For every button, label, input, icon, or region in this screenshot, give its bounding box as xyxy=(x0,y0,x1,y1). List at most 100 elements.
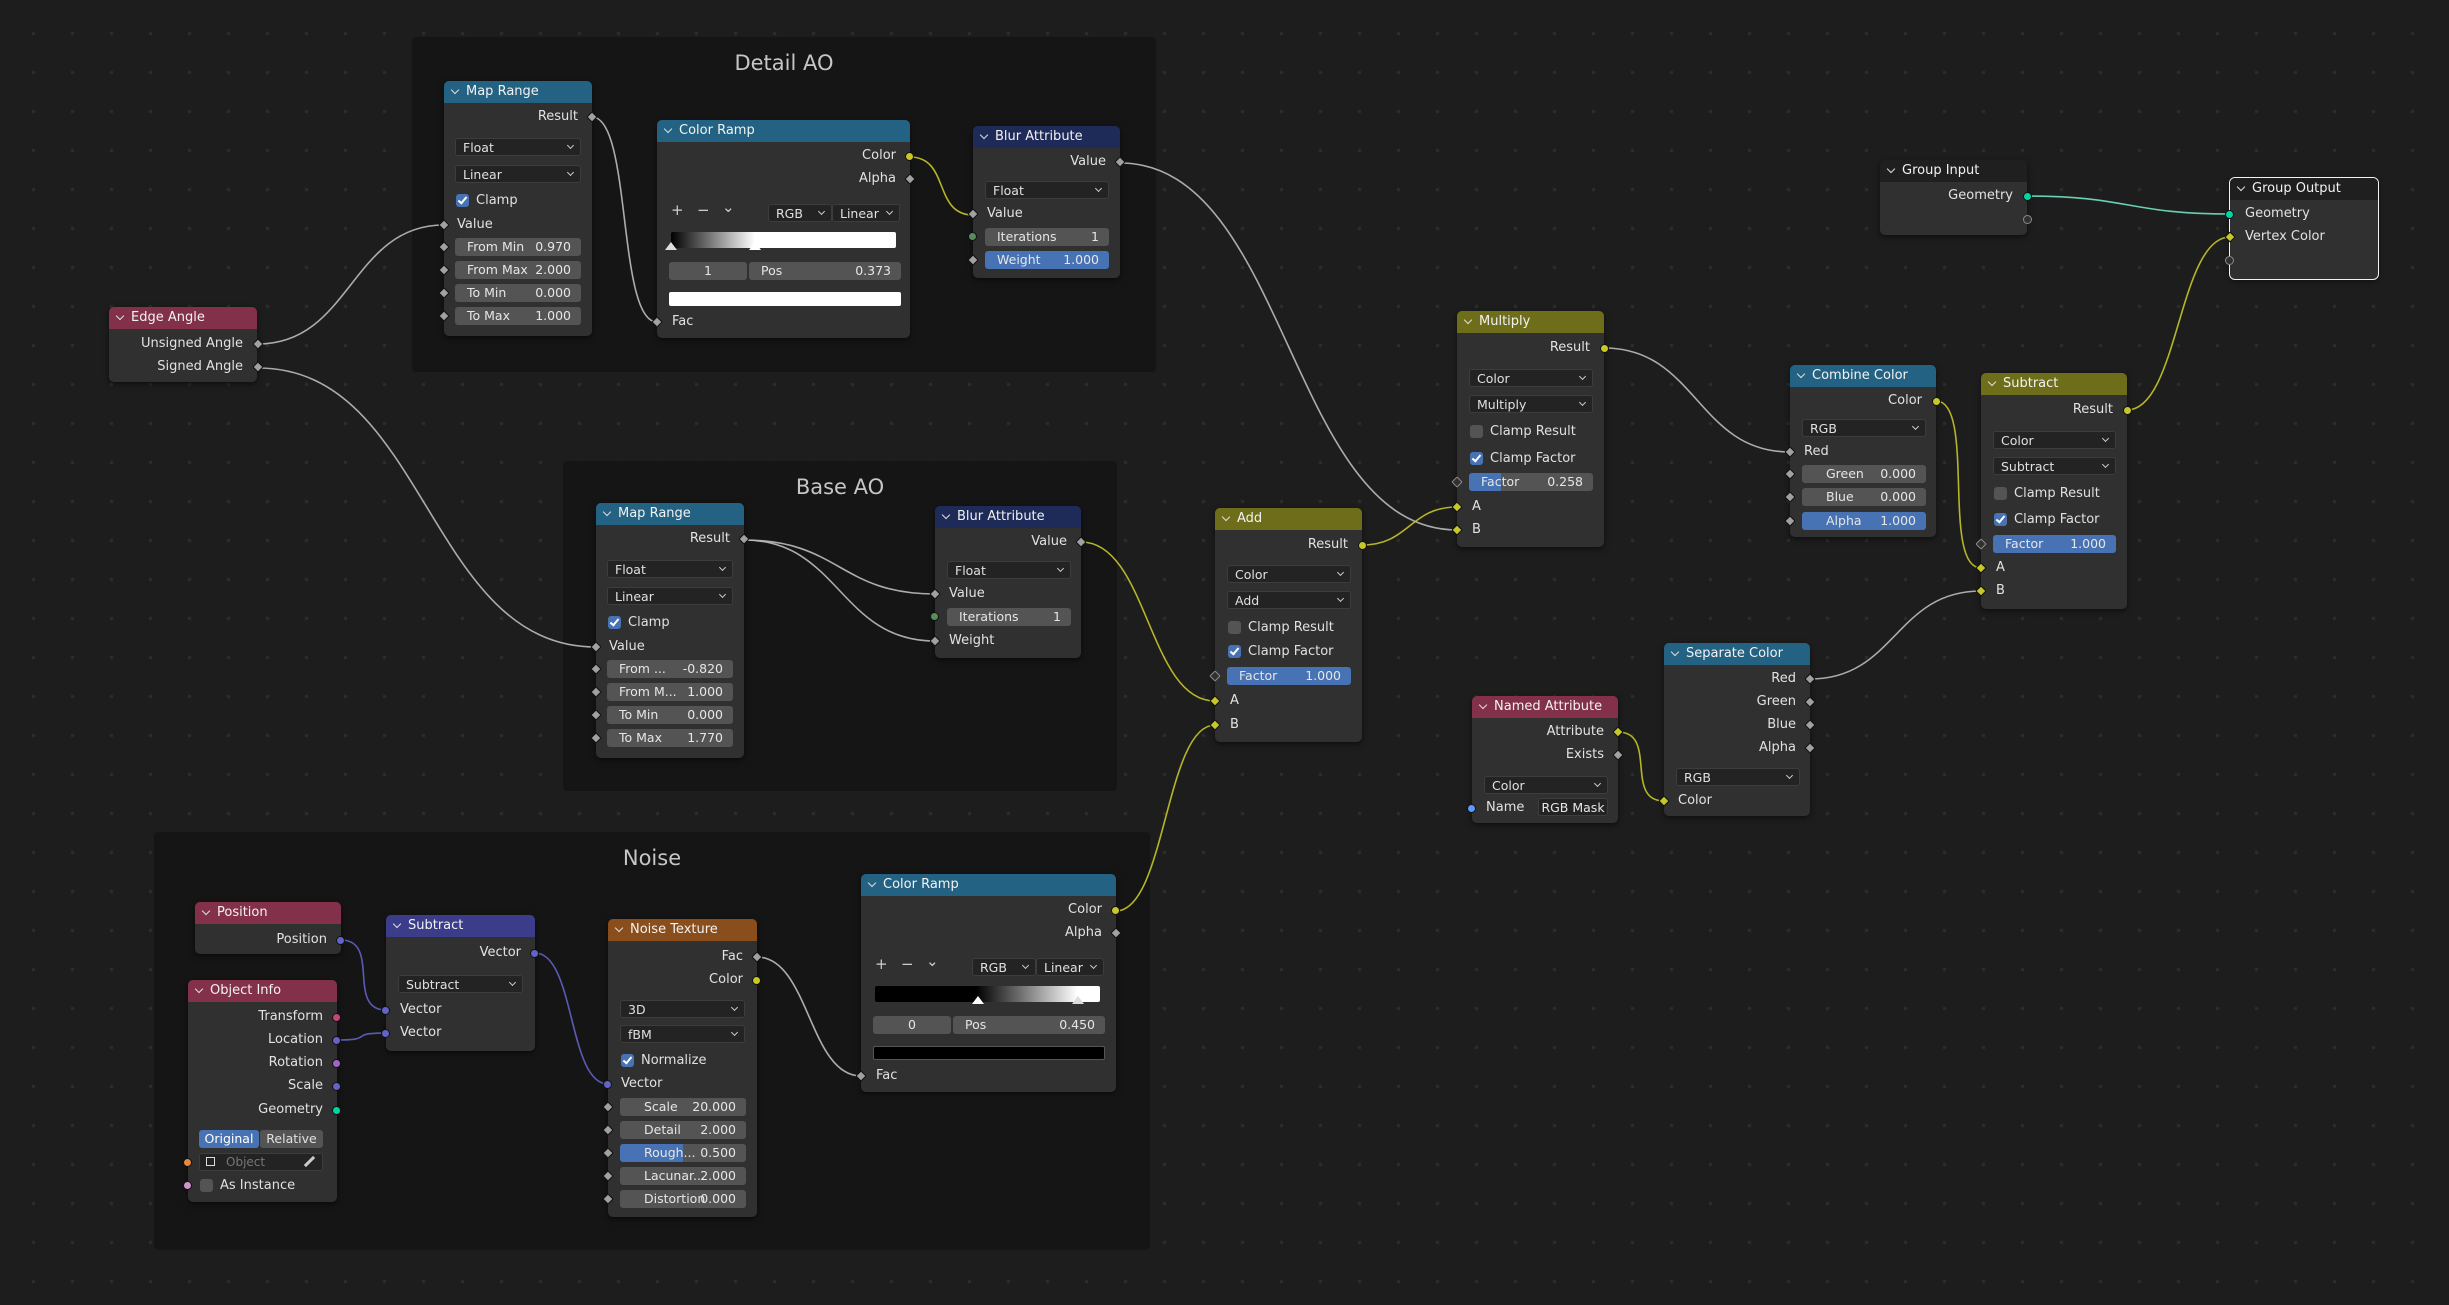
blur-detail-type-dropdown[interactable]: Float xyxy=(985,181,1109,199)
node-named-attribute[interactable]: Named Attribute Attribute Exists Color N… xyxy=(1467,696,1624,823)
multiply-clamp-factor-checkbox[interactable]: Clamp Factor xyxy=(1470,452,1576,466)
color-ramp-detail-mode-dropdown[interactable]: RGB xyxy=(768,204,832,222)
separate-color-input-socket[interactable] xyxy=(1658,795,1670,807)
map-range-detail-type-dropdown[interactable]: Float xyxy=(455,138,581,156)
group-output-geometry-socket[interactable] xyxy=(2225,210,2234,219)
node-edge-angle-header[interactable]: Edge Angle xyxy=(109,307,257,329)
named-attribute-name-socket[interactable] xyxy=(1467,804,1476,813)
node-edge-angle[interactable]: Edge Angle Unsigned Angle Signed Angle xyxy=(109,307,264,382)
node-group-output-header[interactable]: Group Output xyxy=(2230,178,2378,200)
subtract-type-dropdown[interactable]: Color xyxy=(1993,431,2116,449)
add-factor-socket[interactable] xyxy=(1209,670,1221,682)
map-range-detail-clamp-checkbox[interactable]: Clamp xyxy=(456,194,518,208)
combine-color-alpha-socket[interactable] xyxy=(1784,515,1796,527)
separate-color-green-socket[interactable] xyxy=(1804,696,1816,708)
color-ramp-noise-stop-color[interactable] xyxy=(873,1046,1105,1060)
combine-color-alpha-field[interactable]: Alpha 1.000 xyxy=(1802,512,1926,530)
node-vector-subtract[interactable]: Subtract Vector Subtract Vector Vector xyxy=(381,915,539,1051)
combine-color-blue-field[interactable]: Blue 0.000 xyxy=(1802,488,1926,506)
position-output-socket[interactable] xyxy=(336,936,345,945)
map-range-base-clamp-checkbox[interactable]: Clamp xyxy=(608,616,670,630)
color-ramp-detail-interp-dropdown[interactable]: Linear xyxy=(832,204,900,222)
multiply-type-dropdown[interactable]: Color xyxy=(1469,369,1593,387)
map-range-detail-from-min-field[interactable]: From Min 0.970 xyxy=(455,238,581,256)
map-range-base-type-dropdown[interactable]: Float xyxy=(607,560,733,578)
noise-distortion-field[interactable]: Distortion 0.000 xyxy=(620,1190,746,1208)
object-info-location-socket[interactable] xyxy=(332,1036,341,1045)
vector-subtract-output-socket[interactable] xyxy=(530,949,539,958)
subtract-clamp-result-checkbox[interactable]: Clamp Result xyxy=(1994,487,2100,501)
map-range-base-to-min-field[interactable]: To Min 0.000 xyxy=(607,706,733,724)
add-result-socket[interactable] xyxy=(1358,541,1367,550)
node-position-header[interactable]: Position xyxy=(195,902,341,924)
color-ramp-noise-stop-1[interactable] xyxy=(1072,996,1084,1004)
color-ramp-noise-remove-button[interactable]: − xyxy=(901,955,914,973)
color-ramp-detail-remove-button[interactable]: − xyxy=(697,201,710,219)
node-mix-multiply[interactable]: Multiply Result Color Multiply Clamp Res… xyxy=(1451,311,1609,547)
node-noise-texture-header[interactable]: Noise Texture xyxy=(608,919,757,941)
edge-angle-unsigned-socket[interactable] xyxy=(252,338,264,350)
node-mix-subtract[interactable]: Subtract Result Color Subtract Clamp Res… xyxy=(1975,373,2132,609)
noise-scale-field[interactable]: Scale 20.000 xyxy=(620,1098,746,1116)
named-attribute-exists-socket[interactable] xyxy=(1612,749,1624,761)
node-blur-attribute-detail-header[interactable]: Blur Attribute xyxy=(973,126,1120,148)
node-group-input-header[interactable]: Group Input xyxy=(1880,160,2027,182)
combine-color-red-socket[interactable] xyxy=(1784,446,1796,458)
color-ramp-detail-pos-field[interactable]: Pos 0.373 xyxy=(749,262,901,280)
edge-angle-signed-socket[interactable] xyxy=(252,361,264,373)
color-ramp-noise-gradient[interactable] xyxy=(875,986,1100,1002)
noise-lacunarity-field[interactable]: Lacunar... 2.000 xyxy=(620,1167,746,1185)
node-object-info-header[interactable]: Object Info xyxy=(188,980,337,1002)
noise-vector-socket[interactable] xyxy=(603,1080,612,1089)
map-range-detail-from-max-field[interactable]: From Max 2.000 xyxy=(455,261,581,279)
subtract-op-dropdown[interactable]: Subtract xyxy=(1993,457,2116,475)
object-info-rotation-socket[interactable] xyxy=(332,1059,341,1068)
multiply-input-a-socket[interactable] xyxy=(1451,501,1463,513)
node-mix-add-header[interactable]: Add xyxy=(1215,508,1362,530)
named-attribute-type-dropdown[interactable]: Color xyxy=(1484,776,1608,794)
vector-subtract-op-dropdown[interactable]: Subtract xyxy=(398,975,523,993)
node-mix-subtract-header[interactable]: Subtract xyxy=(1981,373,2127,395)
node-map-range-base-header[interactable]: Map Range xyxy=(596,503,744,525)
map-range-base-from-max-field[interactable]: From M... 1.000 xyxy=(607,683,733,701)
wire-combine-to-subtract-a[interactable] xyxy=(1935,400,1982,569)
node-color-ramp-detail-header[interactable]: Color Ramp xyxy=(657,120,910,142)
combine-color-green-field[interactable]: Green 0.000 xyxy=(1802,465,1926,483)
wire-group-input-to-output[interactable] xyxy=(2026,195,2231,215)
color-ramp-detail-menu-button[interactable]: ⌄ xyxy=(722,198,735,216)
vector-subtract-input-a-socket[interactable] xyxy=(381,1006,390,1015)
map-range-detail-to-min-field[interactable]: To Min 0.000 xyxy=(455,284,581,302)
group-input-geometry-socket[interactable] xyxy=(2023,192,2032,201)
separate-color-mode-dropdown[interactable]: RGB xyxy=(1676,768,1800,786)
node-blur-attribute-base[interactable]: Blur Attribute Value Float Value Iterati… xyxy=(929,506,1087,658)
node-noise-texture[interactable]: Noise Texture Fac Color 3D fBM Normalize… xyxy=(602,919,763,1217)
color-ramp-detail-add-button[interactable]: + xyxy=(671,201,684,219)
node-group-input[interactable]: Group Input Geometry xyxy=(1880,160,2032,235)
separate-color-red-socket[interactable] xyxy=(1804,673,1816,685)
object-info-as-instance-checkbox[interactable]: As Instance xyxy=(200,1179,295,1193)
node-object-info[interactable]: Object Info Transform Location Rotation … xyxy=(183,980,341,1202)
node-color-ramp-noise-header[interactable]: Color Ramp xyxy=(861,874,1116,896)
wire-add-to-multiply-a[interactable] xyxy=(1361,506,1458,546)
wire-separate-red-to-subtract-b[interactable] xyxy=(1809,590,1982,680)
color-ramp-detail-stop-color[interactable] xyxy=(669,292,901,306)
group-input-empty-socket[interactable] xyxy=(2023,215,2032,224)
color-ramp-noise-pos-field[interactable]: Pos 0.450 xyxy=(953,1016,1105,1034)
node-blur-attribute-detail[interactable]: Blur Attribute Value Float Value Iterati… xyxy=(967,126,1126,278)
color-ramp-detail-color-socket[interactable] xyxy=(905,152,914,161)
multiply-clamp-result-checkbox[interactable]: Clamp Result xyxy=(1470,425,1576,439)
map-range-base-to-max-field[interactable]: To Max 1.770 xyxy=(607,729,733,747)
object-info-as-instance-socket[interactable] xyxy=(183,1181,192,1190)
subtract-factor-field[interactable]: Factor 1.000 xyxy=(1993,535,2116,553)
color-ramp-noise-add-button[interactable]: + xyxy=(875,955,888,973)
noise-color-socket[interactable] xyxy=(752,976,761,985)
named-attribute-name-field[interactable]: RGB Mask xyxy=(1538,798,1608,816)
color-ramp-detail-gradient[interactable] xyxy=(671,232,896,248)
multiply-result-socket[interactable] xyxy=(1600,344,1609,353)
node-blur-attribute-base-header[interactable]: Blur Attribute xyxy=(935,506,1081,528)
node-map-range-base[interactable]: Map Range Result Float Linear Clamp Valu… xyxy=(590,503,750,758)
object-info-original-toggle[interactable]: Original xyxy=(199,1130,259,1148)
multiply-factor-field[interactable]: Factor 0.258 xyxy=(1469,473,1593,491)
map-range-base-from-min-field[interactable]: From ... -0.820 xyxy=(607,660,733,678)
multiply-factor-socket[interactable] xyxy=(1451,476,1463,488)
